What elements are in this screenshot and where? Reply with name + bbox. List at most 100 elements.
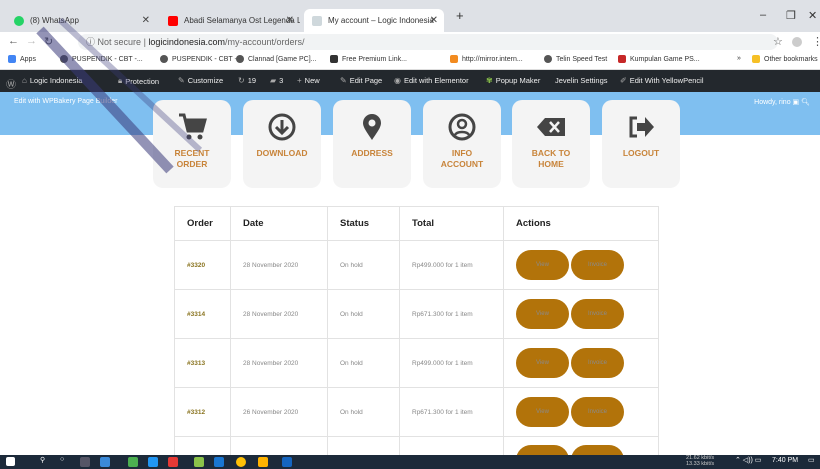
chrome-icon[interactable] [236,457,246,467]
bars-icon [330,55,338,63]
wp-comments[interactable]: ▰ 3 [270,76,283,85]
wp-site-name[interactable]: ⌂ Logic Indonesia [22,76,82,85]
url-path: /my-account/orders/ [224,37,305,47]
wp-jevelin[interactable]: Jevelin Settings [555,76,608,85]
windows-start-icon[interactable] [6,457,15,466]
forward-icon[interactable]: → [26,35,37,47]
site-icon [312,15,322,26]
wp-edit-page[interactable]: ✎ Edit Page [340,76,382,85]
bookmark-item[interactable]: PUSPENDIK - CBT -... [160,55,243,63]
nav-label: INFO ACCOUNT [440,148,484,169]
profile-icon[interactable] [792,37,802,47]
menu-icon[interactable]: ⋮ [812,35,820,48]
url-host: logicindonesia.com [148,37,225,47]
nav-logout[interactable]: LOGOUT [602,100,680,188]
bookmark-item[interactable]: Clannad [Game PC]... [236,55,316,63]
close-window-icon[interactable]: ✕ [808,9,817,22]
bookmark-item[interactable]: Kumpulan Game PS... [618,55,700,63]
nav-recent-order[interactable]: RECENT ORDER [153,100,231,188]
invoice-button[interactable]: Invoice [571,348,624,378]
wp-edit-elementor[interactable]: ◉ Edit with Elementor [394,76,469,85]
view-button[interactable]: View [516,397,569,427]
windows-taskbar: ⚲ ○ 21.62 kbit/s 13.33 kbit/s ⌃ ◁)) ▭ 7:4… [0,455,820,469]
tab-my-account[interactable]: My account – Logic Indonesia ✕ [304,9,444,32]
close-tab-icon[interactable]: ✕ [430,15,438,26]
info-icon[interactable]: ⓘ [86,37,95,47]
edge-icon[interactable] [100,457,110,467]
word-icon[interactable] [282,457,292,467]
app-icon[interactable] [168,457,178,467]
invoice-button[interactable]: Invoice [571,250,624,280]
nav-label: RECENT ORDER [174,148,210,169]
search-icon[interactable]: ⚲ [40,456,45,464]
order-number-link[interactable]: #3314 [187,311,205,318]
nav-back-home[interactable]: BACK TO HOME [512,100,590,188]
app-icon[interactable] [148,457,158,467]
view-button[interactable]: View [516,250,569,280]
header-date: Date [231,207,328,240]
back-icon[interactable]: ← [8,35,19,47]
tab-youtube[interactable]: Abadi Selamanya Ost Legenda L ✕ [160,9,300,32]
nav-download[interactable]: DOWNLOAD [243,100,321,188]
invoice-button[interactable]: Invoice [571,397,624,427]
task-view-icon[interactable] [80,457,90,467]
app-icon[interactable] [214,457,224,467]
wp-admin-bar: Ⓦ ⌂ Logic Indonesia 🔒︎ Protection ✎ Customi… [0,70,820,92]
bookmark-item[interactable]: Telin Speed Test [544,55,607,63]
wp-customize[interactable]: ✎ Customize [178,76,223,85]
cortana-icon[interactable]: ○ [60,456,64,463]
wp-updates[interactable]: ↻ 19 [238,76,256,85]
view-button[interactable]: View [516,299,569,329]
bookmark-item[interactable]: http://mirror.intern... [450,55,523,63]
bookmark-star-icon[interactable]: ☆ [773,35,783,48]
minimize-icon[interactable]: – [760,9,766,21]
wp-new[interactable]: + New [297,76,320,85]
file-explorer-icon[interactable] [258,457,268,467]
order-status: On hold [328,290,400,338]
clock[interactable]: 7:40 PM [772,457,798,464]
notification-icon[interactable]: ▭ [808,456,815,464]
other-bookmarks[interactable]: Other bookmarks [752,55,818,63]
reload-icon[interactable]: ↻ [44,35,53,48]
close-tab-icon[interactable]: ✕ [142,15,150,26]
order-number-link[interactable]: #3312 [187,409,205,416]
globe-icon [544,55,552,63]
wp-yellowpencil[interactable]: ✐ Edit With YellowPencil [620,76,704,85]
tray-icons[interactable]: ⌃ ◁)) ▭ [735,456,761,464]
cart-icon [153,108,231,146]
logout-icon [602,108,680,146]
view-button[interactable]: View [516,348,569,378]
bookmark-item[interactable]: Free Premium Link... [330,55,407,63]
order-status: On hold [328,388,400,436]
header-actions: Actions [516,218,551,229]
header-status: Status [328,207,400,240]
user-icon [423,108,501,146]
new-tab-button[interactable]: + [456,8,464,23]
maximize-icon[interactable]: ❐ [786,9,796,22]
app-icon[interactable] [128,457,138,467]
close-tab-icon[interactable]: ✕ [286,15,294,26]
bookmark-apps[interactable]: Apps [8,55,36,63]
address-row: ← → ↻ ⓘ Not secure | logicindonesia.com/… [0,32,820,52]
order-number-link[interactable]: #3313 [187,360,205,367]
nav-label: DOWNLOAD [256,148,308,158]
bookmarks-overflow[interactable]: » [737,55,741,62]
app-icon[interactable] [194,457,204,467]
nav-info-account[interactable]: INFO ACCOUNT [423,100,501,188]
wordpress-logo-icon[interactable]: Ⓦ [6,76,19,91]
bookmark-item[interactable]: PUSPENDIK - CBT -... [60,55,143,63]
order-number-link[interactable]: #3320 [187,262,205,269]
address-bar[interactable]: ⓘ Not secure | logicindonesia.com/my-acc… [78,34,778,50]
brush-icon: ✎ [178,76,185,85]
header-order: Order [175,207,231,240]
order-total: Rp671.300 for 1 item [400,290,504,338]
wpbakery-edit-link[interactable]: Edit with WPBakery Page Builder [14,98,118,105]
wp-popup-maker[interactable]: ✾ Popup Maker [486,76,540,85]
nav-address[interactable]: ADDRESS [333,100,411,188]
howdy-user[interactable]: Howdy, rino ▣ 🔍︎ [754,98,810,106]
nav-label: LOGOUT [622,148,660,158]
wp-protection[interactable]: 🔒︎ Protection [118,76,159,86]
order-total: Rp499.000 for 1 item [400,339,504,387]
tab-whatsapp[interactable]: (8) WhatsApp ✕ [6,9,156,32]
invoice-button[interactable]: Invoice [571,299,624,329]
